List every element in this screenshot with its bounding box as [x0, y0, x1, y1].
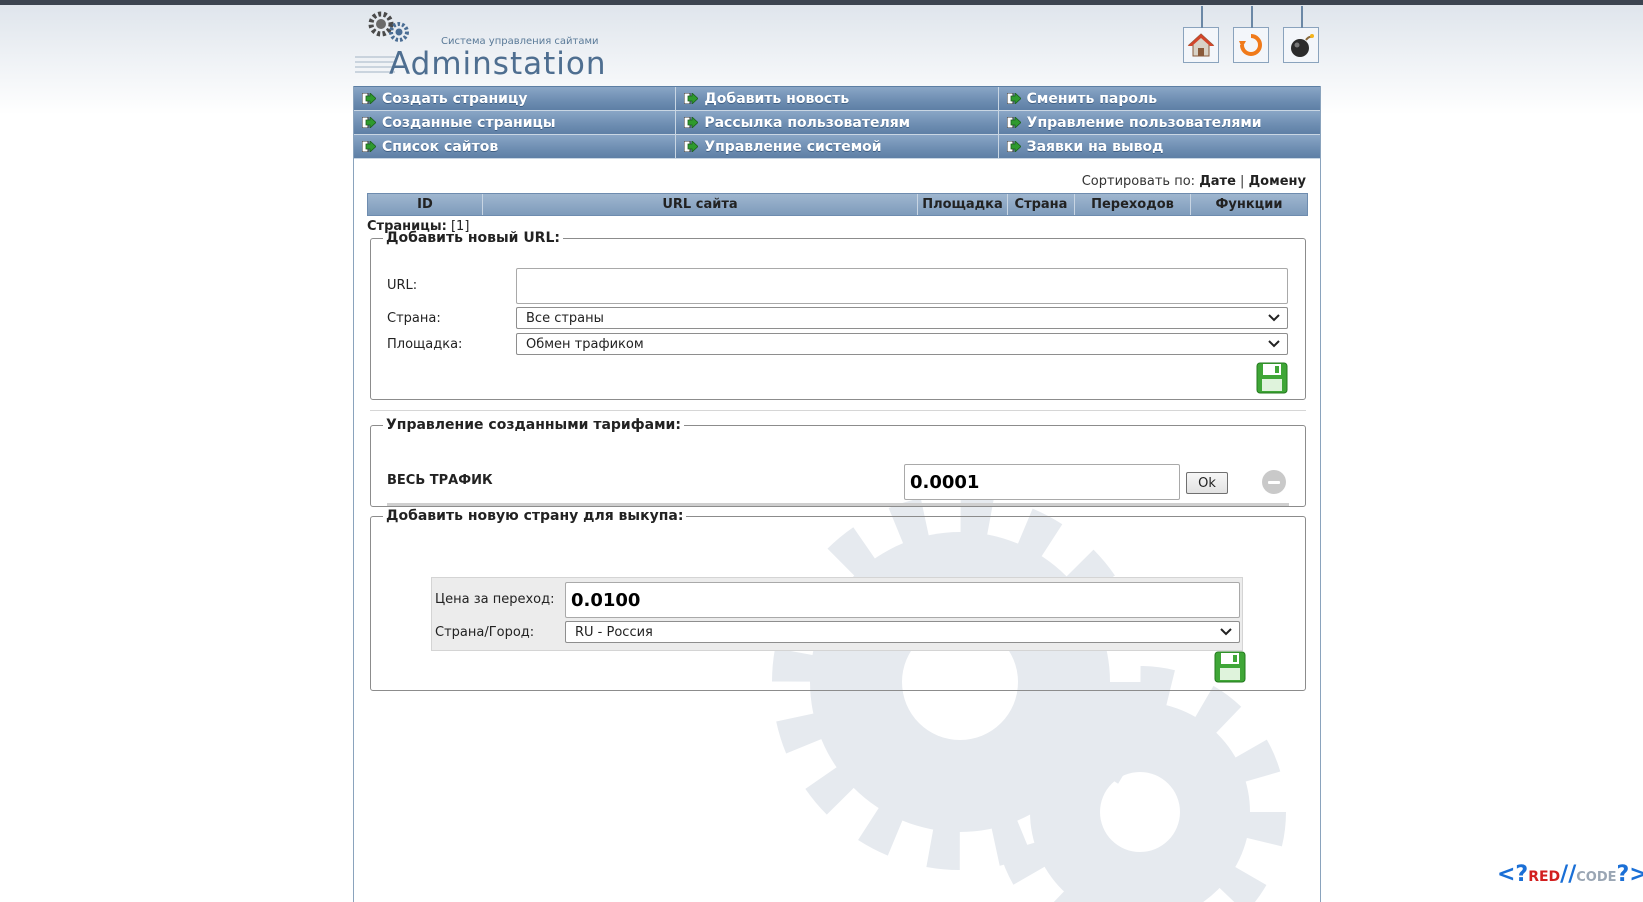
save-url-button[interactable] — [1256, 362, 1288, 394]
icon-wire — [1301, 6, 1303, 28]
icon-wire — [1201, 6, 1203, 28]
nav-label: Рассылка пользователям — [704, 114, 911, 131]
price-label: Цена за переход: — [435, 592, 555, 607]
chevron-down-icon — [1220, 628, 1232, 636]
country-select[interactable]: Все страны — [516, 307, 1288, 329]
site-label: Площадка: — [387, 337, 463, 352]
arrow-right-icon — [684, 117, 699, 128]
tariff-name: ВЕСЬ ТРАФИК — [387, 473, 493, 488]
logo-name: Adminstation — [389, 46, 607, 82]
sort-by-domain-link[interactable]: Домену — [1249, 174, 1306, 189]
refresh-button[interactable] — [1233, 6, 1269, 63]
nav-create-page[interactable]: Создать страницу — [354, 87, 677, 111]
bomb-icon — [1291, 34, 1314, 57]
home-icon — [1187, 33, 1215, 57]
country-select-value: Все страны — [526, 310, 604, 326]
column-header: Площадка — [918, 194, 1008, 215]
nav-label: Список сайтов — [382, 138, 499, 155]
country-city-select-value: RU - Россия — [575, 624, 653, 640]
main-nav: Создать страницу Добавить новость Сменит… — [354, 86, 1320, 159]
chevron-down-icon — [1268, 314, 1280, 322]
nav-created-pages[interactable]: Созданные страницы — [354, 111, 677, 135]
nav-label: Управление системой — [704, 138, 882, 155]
section-title: Добавить новый URL: — [386, 230, 560, 246]
nav-row: Список сайтов Управление системой Заявки… — [354, 135, 1320, 159]
watermark-slashes: // — [1560, 862, 1577, 887]
sort-separator: | — [1240, 174, 1245, 189]
watermark-right: ?> — [1616, 862, 1643, 887]
sort-by-date-link[interactable]: Дате — [1199, 174, 1236, 189]
country-city-label: Страна/Город: — [435, 625, 535, 640]
column-header: URL сайта — [483, 194, 918, 215]
arrow-right-icon — [1006, 117, 1021, 128]
arrow-right-icon — [684, 141, 699, 152]
main-panel: Создать страницу Добавить новость Сменит… — [353, 86, 1321, 902]
nav-label: Сменить пароль — [1026, 90, 1158, 107]
icon-wire — [1251, 6, 1253, 28]
sort-label: Сортировать по: — [1081, 174, 1196, 189]
watermark-left: <? — [1497, 862, 1529, 887]
nav-site-list[interactable]: Список сайтов — [354, 135, 677, 159]
nav-label: Управление пользователями — [1026, 114, 1262, 131]
section-title: Добавить новую страну для выкупа: — [386, 508, 684, 524]
nav-label: Добавить новость — [704, 90, 850, 107]
site-select[interactable]: Обмен трафиком — [516, 333, 1288, 355]
tariff-row-divider — [387, 503, 1289, 506]
home-button[interactable] — [1183, 6, 1219, 63]
tariff-value-input[interactable] — [904, 464, 1180, 500]
logo[interactable]: Система управления сайтами Adminstation — [355, 6, 615, 82]
refresh-icon — [1239, 34, 1262, 56]
nav-label: Созданные страницы — [382, 114, 556, 131]
chevron-down-icon — [1268, 340, 1280, 348]
section-title: Управление созданными тарифами: — [386, 417, 681, 433]
arrow-right-icon — [1006, 141, 1021, 152]
column-header: ID — [368, 194, 483, 215]
column-header: Страна — [1008, 194, 1075, 215]
country-city-select[interactable]: RU - Россия — [565, 621, 1240, 643]
remove-tariff-icon[interactable] — [1262, 470, 1286, 494]
nav-label: Заявки на вывод — [1026, 138, 1164, 155]
pages-table-header: ID URL сайта Площадка Страна Переходов Ф… — [367, 193, 1308, 216]
url-input[interactable] — [516, 268, 1288, 304]
nav-row: Созданные страницы Рассылка пользователя… — [354, 111, 1320, 135]
nav-system-management[interactable]: Управление системой — [676, 135, 999, 159]
arrow-right-icon — [684, 93, 699, 104]
nav-change-password[interactable]: Сменить пароль — [998, 87, 1320, 111]
nav-withdrawal-requests[interactable]: Заявки на вывод — [998, 135, 1320, 159]
price-input[interactable] — [565, 582, 1240, 618]
arrow-right-icon — [362, 93, 376, 104]
redcode-watermark: <?RED//CODE?> — [1497, 862, 1643, 887]
sort-controls: Сортировать по: Дате | Домену — [1082, 174, 1306, 189]
watermark-brand: RED — [1528, 869, 1561, 885]
nav-add-news[interactable]: Добавить новость — [676, 87, 999, 111]
divider — [370, 410, 1306, 411]
nav-label: Создать страницу — [382, 90, 528, 107]
gears-icon — [368, 11, 409, 42]
bomb-button[interactable] — [1283, 6, 1319, 63]
url-label: URL: — [387, 278, 418, 293]
ok-button[interactable]: Ok — [1186, 472, 1228, 494]
nav-user-management[interactable]: Управление пользователями — [998, 111, 1320, 135]
nav-row: Создать страницу Добавить новость Сменит… — [354, 87, 1320, 111]
site-select-value: Обмен трафиком — [526, 336, 644, 352]
save-country-button[interactable] — [1214, 651, 1246, 683]
watermark-code: CODE — [1576, 870, 1617, 885]
column-header: Функции — [1215, 197, 1283, 212]
arrow-right-icon — [362, 141, 376, 152]
country-label: Страна: — [387, 311, 441, 326]
arrow-right-icon — [362, 117, 376, 128]
nav-mailing[interactable]: Рассылка пользователям — [676, 111, 999, 135]
arrow-right-icon — [1006, 93, 1021, 104]
column-header: Переходов — [1075, 194, 1191, 215]
